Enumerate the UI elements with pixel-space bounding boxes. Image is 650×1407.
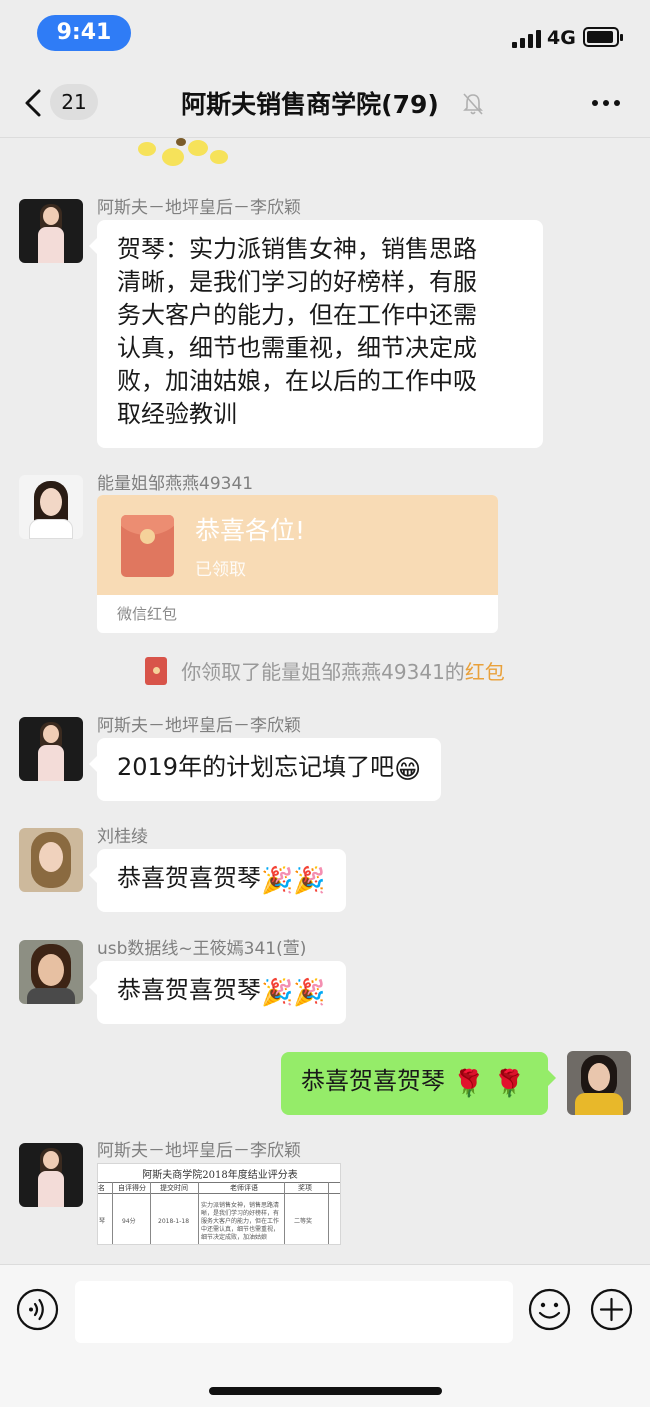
mute-icon bbox=[463, 93, 483, 115]
image-table-header: 自评得分 bbox=[118, 1184, 146, 1192]
message-line: 贺琴：实力派销售女神，销售思路 bbox=[117, 235, 477, 263]
battery-icon bbox=[583, 27, 623, 47]
message-line: 务大客户的能力，但在工作中还需 bbox=[117, 301, 477, 329]
rose-icon: 🌹 🌹 bbox=[452, 1069, 526, 1099]
message-text: 恭喜贺喜贺琴 bbox=[117, 976, 261, 1004]
image-table-cell: 琴 bbox=[99, 1218, 106, 1225]
image-table-cell: 2018-1-18 bbox=[158, 1218, 190, 1225]
avatar[interactable] bbox=[19, 717, 83, 781]
party-popper-icon: 🎉🎉 bbox=[261, 978, 326, 1008]
grin-emoji-icon: 😁 bbox=[394, 755, 422, 785]
system-notice-text: 你领取了能量姐邹燕燕49341的 bbox=[181, 660, 465, 684]
image-table-title: 阿斯夫商学院2018年度结业评分表 bbox=[142, 1170, 298, 1181]
message-bubble[interactable]: 恭喜贺喜贺琴🎉🎉 bbox=[89, 849, 346, 912]
red-packet-icon bbox=[145, 657, 168, 685]
unread-count-badge[interactable]: 21 bbox=[50, 84, 98, 120]
message-text: 恭喜贺喜贺琴 bbox=[301, 1067, 445, 1095]
status-time: 9:41 bbox=[37, 15, 131, 51]
voice-icon[interactable] bbox=[16, 1288, 59, 1331]
sender-name: usb数据线~王筱嫣341(萱) bbox=[97, 939, 307, 959]
avatar[interactable] bbox=[19, 940, 83, 1004]
image-table-header: 提交时间 bbox=[160, 1184, 188, 1192]
image-table-header: 奖项 bbox=[298, 1184, 312, 1192]
avatar[interactable] bbox=[19, 199, 83, 263]
party-popper-icon: 🎉🎉 bbox=[261, 866, 326, 896]
red-packet-title: 恭喜各位! bbox=[195, 516, 306, 545]
sender-name: 阿斯夫－地坪皇后－李欣颖 bbox=[97, 716, 301, 736]
status-bar: 9:41 4G bbox=[0, 0, 650, 66]
red-packet-card[interactable]: 恭喜各位! 已领取 微信红包 bbox=[97, 495, 498, 633]
input-bar bbox=[0, 1264, 650, 1407]
red-packet-label: 微信红包 bbox=[117, 605, 178, 623]
message-input[interactable] bbox=[75, 1281, 513, 1343]
red-packet-status: 已领取 bbox=[195, 560, 246, 580]
image-message[interactable]: 阿斯夫商学院2018年度结业评分表 名 自评得分 提交时间 老师评语 奖项 琴 … bbox=[97, 1163, 341, 1245]
sender-name: 能量姐邹燕燕49341 bbox=[97, 474, 254, 494]
home-indicator bbox=[209, 1387, 442, 1395]
message-line: 清晰，是我们学习的好榜样，有服 bbox=[117, 268, 477, 296]
flower-image-fragment bbox=[118, 138, 248, 170]
avatar[interactable] bbox=[19, 828, 83, 892]
chat-title: 阿斯夫销售商学院(79) bbox=[181, 90, 439, 119]
image-table-header: 老师评语 bbox=[230, 1184, 258, 1192]
system-notice: 你领取了能量姐邹燕燕49341的红包 bbox=[0, 656, 650, 685]
message-list[interactable]: 阿斯夫－地坪皇后－李欣颖 贺琴：实力派销售女神，销售思路 清晰，是我们学习的好榜… bbox=[0, 138, 650, 1264]
message-text: 恭喜贺喜贺琴 bbox=[117, 864, 261, 892]
image-table-cell: 二等奖 bbox=[294, 1218, 313, 1225]
image-table-cell: 实力派销售女神，销售思路清晰，是我们学习的好榜样，有服务大客户的能力，但在工作中… bbox=[201, 1202, 280, 1241]
network-label: 4G bbox=[547, 27, 576, 49]
message-line: 认真，细节也需重视，细节决定成 bbox=[117, 334, 477, 362]
red-packet-link[interactable]: 红包 bbox=[465, 660, 505, 684]
sender-name: 阿斯夫－地坪皇后－李欣颖 bbox=[97, 198, 301, 218]
chat-header: 21 阿斯夫销售商学院(79) bbox=[0, 66, 650, 138]
image-table-cell: 94分 bbox=[122, 1218, 136, 1225]
sender-name: 阿斯夫－地坪皇后－李欣颖 bbox=[97, 1141, 301, 1161]
message-bubble[interactable]: 贺琴：实力派销售女神，销售思路 清晰，是我们学习的好榜样，有服 务大客户的能力，… bbox=[89, 220, 543, 448]
avatar[interactable] bbox=[19, 1143, 83, 1207]
plus-icon[interactable] bbox=[590, 1288, 633, 1331]
more-icon[interactable] bbox=[586, 92, 626, 112]
message-text: 2019年的计划忘记填了吧 bbox=[117, 753, 395, 781]
signal-icon bbox=[512, 30, 542, 48]
my-message-bubble[interactable]: 恭喜贺喜贺琴 🌹 🌹 bbox=[281, 1052, 556, 1115]
avatar[interactable] bbox=[19, 475, 83, 539]
my-avatar[interactable] bbox=[567, 1051, 631, 1115]
image-table-header: 名 bbox=[98, 1184, 105, 1192]
message-bubble[interactable]: 恭喜贺喜贺琴🎉🎉 bbox=[89, 961, 346, 1024]
back-icon[interactable] bbox=[22, 88, 46, 118]
red-envelope-icon bbox=[121, 515, 174, 577]
message-line: 败，加油姑娘，在以后的工作中吸 bbox=[117, 367, 477, 395]
message-line: 取经验教训 bbox=[117, 400, 237, 428]
message-bubble[interactable]: 2019年的计划忘记填了吧😁 bbox=[88, 738, 442, 801]
sender-name: 刘桂绫 bbox=[97, 827, 148, 847]
emoji-icon[interactable] bbox=[528, 1288, 571, 1331]
